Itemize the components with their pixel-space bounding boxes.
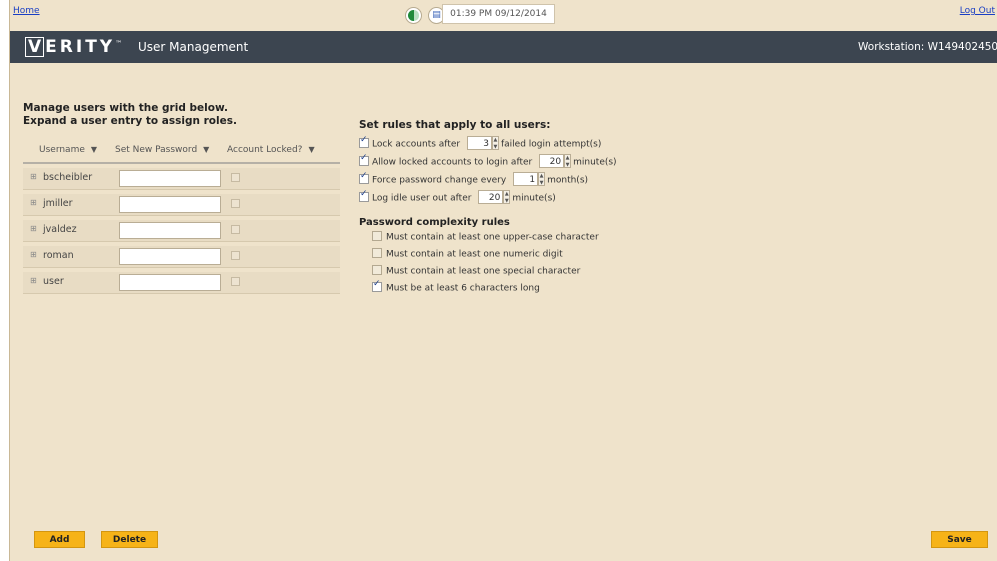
spinner-icon[interactable]: ▲ ▼ — [564, 154, 572, 168]
page-title: User Management — [138, 40, 249, 54]
datetime-display: 01:39 PM 09/12/2014 — [442, 4, 555, 24]
uppercase-checkbox[interactable] — [372, 231, 382, 241]
complexity-heading: Password complexity rules — [359, 217, 510, 228]
force-password-change-rule: Force password change every 1▲▼month(s) — [359, 171, 659, 191]
username-cell: jvaldez — [43, 224, 77, 235]
workstation-label: Workstation: W1494024503 — [858, 41, 997, 53]
username-cell: roman — [43, 250, 74, 261]
title-bar: V ERITY™ User Management Workstation: W14… — [10, 31, 997, 63]
account-locked-checkbox[interactable] — [231, 173, 240, 182]
account-locked-checkbox[interactable] — [231, 199, 240, 208]
change-months-input[interactable]: 1 — [513, 172, 539, 186]
home-link[interactable]: Home — [13, 6, 40, 16]
expand-icon[interactable]: ⊞ — [30, 172, 37, 181]
rules-heading: Set rules that apply to all users: — [359, 119, 551, 131]
lock-accounts-rule: Lock accounts after 3▲▼failed login atte… — [359, 135, 659, 155]
lock-accounts-checkbox[interactable] — [359, 135, 369, 148]
column-account-locked[interactable]: Account Locked? ▼ — [227, 145, 315, 155]
verity-logo: V ERITY™ — [25, 37, 122, 57]
account-locked-checkbox[interactable] — [231, 251, 240, 260]
table-row[interactable]: ⊞ bscheibler — [23, 168, 340, 190]
logout-link[interactable]: Log Out — [960, 6, 995, 16]
spinner-icon[interactable]: ▲ ▼ — [503, 190, 511, 204]
expand-icon[interactable]: ⊞ — [30, 198, 37, 207]
table-row[interactable]: ⊞ roman — [23, 246, 340, 268]
complexity-rule-special: Must contain at least one special charac… — [359, 265, 659, 283]
table-row[interactable]: ⊞ jmiller — [23, 194, 340, 216]
min-length-checkbox[interactable] — [372, 279, 382, 292]
add-button[interactable]: Add — [34, 531, 85, 548]
user-grid: Username ▼ Set New Password ▼ Account Lock… — [23, 140, 340, 294]
save-button[interactable]: Save — [931, 531, 988, 548]
complexity-rule-length: Must be at least 6 characters long — [359, 279, 659, 300]
username-cell: bscheibler — [43, 172, 93, 183]
filter-icon[interactable]: ▼ — [203, 145, 209, 154]
new-password-input[interactable] — [119, 196, 221, 213]
idle-logout-checkbox[interactable] — [359, 189, 369, 202]
filter-icon[interactable]: ▼ — [91, 145, 97, 154]
table-row[interactable]: ⊞ user — [23, 272, 340, 294]
spinner-icon[interactable]: ▲ ▼ — [538, 172, 546, 186]
filter-icon[interactable]: ▼ — [308, 145, 314, 154]
rules-panel: Set rules that apply to all users: Lock … — [359, 119, 659, 300]
grid-header: Username ▼ Set New Password ▼ Account Lock… — [23, 140, 340, 164]
complexity-rule-numeric: Must contain at least one numeric digit — [359, 248, 659, 266]
allow-locked-login-rule: Allow locked accounts to login after 20▲… — [359, 153, 659, 173]
username-cell: jmiller — [43, 198, 73, 209]
app-window: Home ▤ 01:39 PM 09/12/2014 Log Out V ERIT… — [9, 0, 997, 561]
top-bar: Home ▤ 01:39 PM 09/12/2014 Log Out — [10, 0, 997, 31]
allow-locked-login-checkbox[interactable] — [359, 153, 369, 166]
table-row[interactable]: ⊞ jvaldez — [23, 220, 340, 242]
column-username[interactable]: Username ▼ — [39, 145, 97, 155]
expand-icon[interactable]: ⊞ — [30, 250, 37, 259]
complexity-rule-uppercase: Must contain at least one upper-case cha… — [359, 231, 659, 249]
idle-logout-rule: Log idle user out after 20▲▼minute(s) — [359, 189, 659, 209]
username-cell: user — [43, 276, 64, 287]
connection-status-icon[interactable] — [405, 7, 422, 24]
numeric-checkbox[interactable] — [372, 248, 382, 258]
new-password-input[interactable] — [119, 170, 221, 187]
new-password-input[interactable] — [119, 248, 221, 265]
column-set-new-password[interactable]: Set New Password ▼ — [115, 145, 209, 155]
grid-heading: Manage users with the grid below. Expand… — [23, 102, 237, 127]
expand-icon[interactable]: ⊞ — [30, 224, 37, 233]
force-password-change-checkbox[interactable] — [359, 171, 369, 184]
account-locked-checkbox[interactable] — [231, 225, 240, 234]
spinner-icon[interactable]: ▲ ▼ — [491, 136, 499, 150]
failed-attempts-input[interactable]: 3 — [466, 136, 492, 150]
new-password-input[interactable] — [119, 274, 221, 291]
account-locked-checkbox[interactable] — [231, 277, 240, 286]
delete-button[interactable]: Delete — [101, 531, 158, 548]
new-password-input[interactable] — [119, 222, 221, 239]
main-content: Manage users with the grid below. Expand… — [10, 63, 997, 561]
special-char-checkbox[interactable] — [372, 265, 382, 275]
idle-minutes-input[interactable]: 20 — [478, 190, 504, 204]
expand-icon[interactable]: ⊞ — [30, 276, 37, 285]
locked-minutes-input[interactable]: 20 — [539, 154, 565, 168]
